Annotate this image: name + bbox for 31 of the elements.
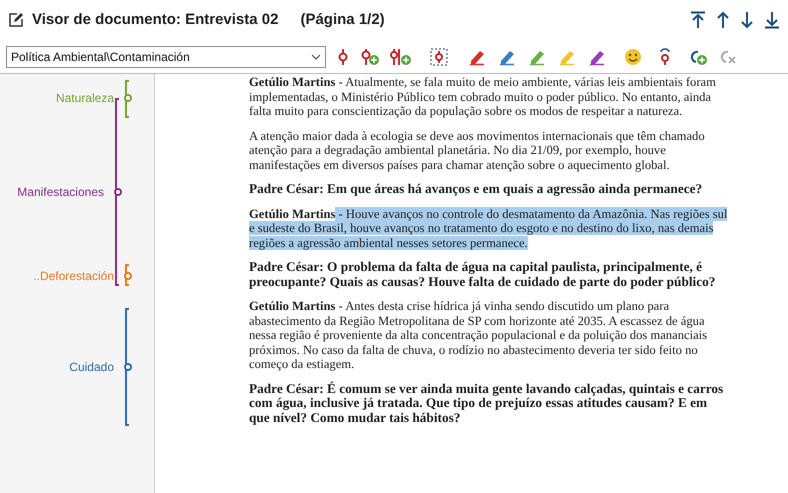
add-code-icon[interactable] [360, 48, 380, 66]
answer-paragraph: Getúlio Martins - Antes desta crise hídrica já vinha sendo discutido um plano para abastecimento da Região Metropolitana de SP com horizonte até 2035. A escassez de água nessa região é proveniente da alta concentração populacional e da poluição dos mananciais próximos. No caso da falta de chuva, o rodízio no abastecimento deveria ter sido feito no começo da estiagem. [249, 299, 708, 372]
smiley-icon[interactable] [624, 48, 642, 66]
down-arrow-icon[interactable] [740, 11, 754, 29]
question-paragraph: Padre César: O problema da falta de água na capital paulista, principalmente, é preocupante? Quais as causas? Houve falta de cuidado de parte do poder público? [249, 260, 716, 289]
code-label[interactable]: Cuidado [69, 360, 114, 374]
add-code-pair-icon[interactable] [390, 48, 412, 66]
last-page-icon[interactable] [764, 11, 780, 29]
code-node-icon [124, 94, 132, 102]
code-node-icon [124, 363, 132, 371]
question-paragraph: Padre César: Em que áreas há avanços e em quais a agressão ainda permanece? [249, 182, 704, 196]
code-label[interactable]: ..Deforestación [33, 269, 114, 283]
code-label[interactable]: Naturaleza [56, 91, 114, 105]
code-stripe[interactable] [115, 98, 119, 286]
window-title: Visor de documento: Entrevista 02 [32, 10, 278, 30]
up-arrow-icon[interactable] [716, 11, 730, 29]
first-page-icon[interactable] [690, 11, 706, 29]
question-paragraph: Padre César: É comum se ver ainda muita gente lavando calçadas, quintais e carros com água, inclusive já tratada. Que tipo de prejuízo essas atitudes causam? E em que nível? Como mudar tais hábitos? [249, 382, 724, 425]
page-indicator: (Página 1/2) [300, 10, 385, 30]
edit-icon [8, 12, 24, 28]
code-dropdown[interactable]: Política Ambiental\Contaminación [6, 46, 326, 68]
code-node-icon [114, 188, 122, 196]
answer-paragraph: Getúlio Martins - Houve avanços no controle do desmatamento da Amazônia. Nas regiões sul e sudeste do Brasil, houve avanços no tratamento do esgoto e no destino do lixo, nas demais regiões a agressão ambiental nesses setores permanece. [249, 206, 728, 250]
undo-code-icon[interactable] [658, 48, 672, 66]
code-pin-icon[interactable] [336, 48, 350, 66]
code-node-icon [124, 272, 132, 280]
selection-code-icon[interactable] [430, 48, 448, 66]
answer-paragraph: Getúlio Martins - Atualmente, se fala muito de meio ambiente, várias leis ambientais foram implementadas, o Ministério Público tem cobrado muito o poder público. No entanto, ainda falta muito para conscientização da população sobre os modos de respeitar a natureza. [249, 75, 717, 118]
code-label[interactable]: Manifestaciones [17, 185, 104, 199]
text-paragraph: A atenção maior dada à ecologia se deve aos movimentos internacionais que têm chamado atenção para a degradação ambiental planetária. No dia 21/09, por exemplo, houve manifestações em diversos países para chamar atenção sobre o aquecimento global. [249, 128, 706, 172]
chevron-down-icon [311, 54, 321, 60]
